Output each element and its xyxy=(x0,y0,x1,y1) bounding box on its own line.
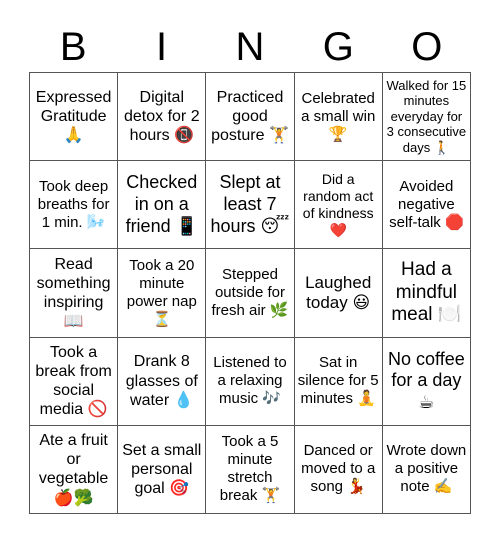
cell-text: Set a small personal goal 🎯 xyxy=(122,441,202,497)
cell-text: Danced or moved to a song 💃 xyxy=(301,442,376,496)
bingo-cell[interactable]: Took a break from social media 🚫 xyxy=(30,337,119,426)
cell-text: No coffee for a day ☕ xyxy=(388,348,465,412)
bingo-cell[interactable]: Listened to a relaxing music 🎶 xyxy=(206,337,295,426)
cell-text: Listened to a relaxing music 🎶 xyxy=(213,354,287,408)
header-letter-b: B xyxy=(59,25,87,69)
cell-text: Took a 5 minute stretch break 🏋️ xyxy=(219,433,281,505)
bingo-cell[interactable]: Expressed Gratitude 🙏 xyxy=(30,73,119,162)
cell-text: Took deep breaths for 1 min. 🌬️ xyxy=(37,177,110,231)
header-letter-g: G xyxy=(322,25,354,69)
bingo-cell[interactable]: Danced or moved to a song 💃 xyxy=(294,425,383,514)
bingo-cell[interactable]: Had a mindful meal 🍽️ xyxy=(382,249,471,338)
bingo-cell[interactable]: Set a small personal goal 🎯 xyxy=(118,425,207,514)
cell-text: Had a mindful meal 🍽️ xyxy=(391,258,462,326)
bingo-cell[interactable]: Took a 5 minute stretch break 🏋️ xyxy=(206,425,295,514)
cell-text: Sat in silence for 5 minutes 🧘 xyxy=(297,354,379,408)
header-letter-i: I xyxy=(156,25,168,69)
cell-text: Celebrated a small win 🏆 xyxy=(301,89,376,143)
cell-text: Took a break from social media 🚫 xyxy=(35,343,112,419)
bingo-cell[interactable]: Sat in silence for 5 minutes 🧘 xyxy=(294,337,383,426)
header-letter-n: N xyxy=(235,25,265,69)
bingo-cell[interactable]: Took deep breaths for 1 min. 🌬️ xyxy=(30,161,119,250)
cell-text: Stepped outside for fresh air 🌿 xyxy=(211,265,289,319)
cell-text: Checked in on a friend 📱 xyxy=(125,172,199,236)
bingo-cell[interactable]: Read something inspiring 📖 xyxy=(30,249,119,338)
cell-text: Ate a fruit or vegetable 🍎🥦 xyxy=(38,432,109,507)
bingo-grid: Expressed Gratitude 🙏 Digital detox for … xyxy=(29,72,471,514)
bingo-cell[interactable]: Ate a fruit or vegetable 🍎🥦 xyxy=(30,425,119,514)
bingo-cell[interactable]: Avoided negative self-talk 🛑 xyxy=(382,161,471,250)
header-letter-o: O xyxy=(411,25,443,69)
cell-text: Practiced good posture 🏋️ xyxy=(211,88,289,145)
bingo-cell[interactable]: Drank 8 glasses of water 💧 xyxy=(118,337,207,426)
bingo-cell[interactable]: Walked for 15 minutes everyday for 3 con… xyxy=(382,73,471,162)
cell-text: Avoided negative self-talk 🛑 xyxy=(389,177,464,231)
bingo-cell[interactable]: Digital detox for 2 hours 📵 xyxy=(118,73,207,162)
bingo-cell[interactable]: Took a 20 minute power nap ⏳ xyxy=(118,249,207,338)
cell-text: Expressed Gratitude 🙏 xyxy=(35,88,112,145)
cell-text: Walked for 15 minutes everyday for 3 con… xyxy=(386,77,467,155)
bingo-header: B I N G O xyxy=(29,22,471,72)
bingo-cell[interactable]: Slept at least 7 hours 😴 xyxy=(206,161,295,250)
bingo-cell[interactable]: Wrote down a positive note ✍️ xyxy=(382,425,471,514)
bingo-cell[interactable]: Celebrated a small win 🏆 xyxy=(294,73,383,162)
bingo-cell[interactable]: Did a random act of kindness ❤️ xyxy=(294,161,383,250)
cell-text: Read something inspiring 📖 xyxy=(36,255,111,331)
cell-text: Laughed today 😃 xyxy=(305,272,372,312)
cell-text: Did a random act of kindness ❤️ xyxy=(302,171,374,238)
cell-text: Digital detox for 2 hours 📵 xyxy=(123,88,200,145)
bingo-cell[interactable]: Practiced good posture 🏋️ xyxy=(206,73,295,162)
cell-text: Took a 20 minute power nap ⏳ xyxy=(126,256,197,328)
bingo-cell[interactable]: Checked in on a friend 📱 xyxy=(118,161,207,250)
bingo-cell[interactable]: No coffee for a day ☕ xyxy=(382,337,471,426)
bingo-cell[interactable]: Stepped outside for fresh air 🌿 xyxy=(206,249,295,338)
cell-text: Drank 8 glasses of water 💧 xyxy=(125,353,198,409)
bingo-cell[interactable]: Laughed today 😃 xyxy=(294,249,383,338)
cell-text: Wrote down a positive note ✍️ xyxy=(386,442,467,496)
cell-text: Slept at least 7 hours 😴 xyxy=(210,172,290,236)
